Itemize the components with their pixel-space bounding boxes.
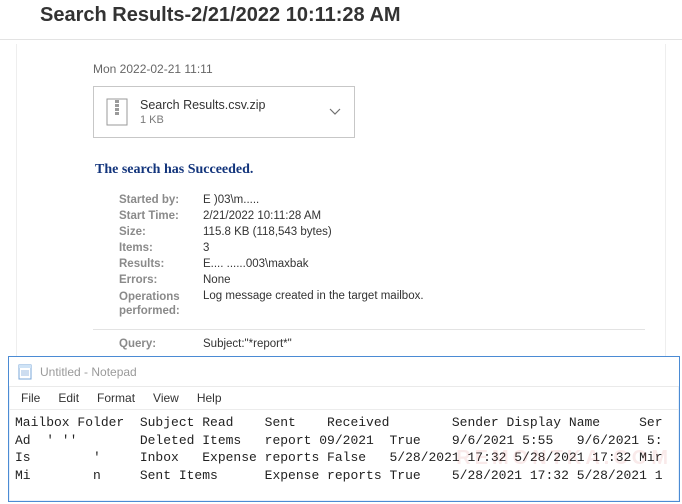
np-line: Ad ' '' Deleted Items report 09/2021 Tru… bbox=[15, 433, 663, 448]
kv-val-start-time: 2/21/2022 10:11:28 AM bbox=[203, 210, 321, 222]
np-line: Mailbox Folder Subject Read Sent Receive… bbox=[15, 415, 663, 430]
divider bbox=[0, 39, 682, 40]
kv-val-query: Subject:"*report*" bbox=[203, 338, 292, 350]
kv-key-size: Size: bbox=[119, 226, 203, 238]
details-table: Started by:E )03\m..... Start Time:2/21/… bbox=[119, 192, 665, 352]
notepad-content[interactable]: Mailbox Folder Subject Read Sent Receive… bbox=[9, 410, 679, 488]
mail-body: Mon 2022-02-21 11:11 Search Results.csv.… bbox=[16, 44, 666, 374]
notepad-titlebar[interactable]: Untitled - Notepad bbox=[9, 357, 679, 387]
menu-format[interactable]: Format bbox=[89, 389, 143, 407]
mail-timestamp: Mon 2022-02-21 11:11 bbox=[93, 62, 665, 76]
kv-val-items: 3 bbox=[203, 242, 209, 254]
kv-val-size: 115.8 KB (118,543 bytes) bbox=[203, 226, 332, 238]
notepad-title: Untitled - Notepad bbox=[40, 365, 137, 379]
page-title: Search Results-2/21/2022 10:11:28 AM bbox=[0, 0, 682, 39]
chevron-down-icon[interactable] bbox=[328, 105, 342, 119]
zip-file-icon bbox=[106, 98, 128, 126]
attachment-info: Search Results.csv.zip 1 KB bbox=[140, 98, 316, 126]
kv-val-errors: None bbox=[203, 274, 231, 286]
kv-key-start-time: Start Time: bbox=[119, 210, 203, 222]
status-heading: The search has Succeeded. bbox=[95, 162, 665, 178]
kv-val-started-by: E )03\m..... bbox=[203, 194, 259, 206]
attachment-card[interactable]: Search Results.csv.zip 1 KB bbox=[93, 86, 355, 138]
notepad-menubar: File Edit Format View Help bbox=[9, 387, 679, 410]
menu-view[interactable]: View bbox=[145, 389, 187, 407]
kv-key-query: Query: bbox=[119, 338, 203, 350]
np-line: Is ' Inbox Expense reports False 5/28/20… bbox=[15, 450, 663, 465]
menu-edit[interactable]: Edit bbox=[50, 389, 87, 407]
notepad-window: Untitled - Notepad File Edit Format View… bbox=[8, 356, 680, 502]
menu-help[interactable]: Help bbox=[189, 389, 230, 407]
kv-key-items: Items: bbox=[119, 242, 203, 254]
kv-key-errors: Errors: bbox=[119, 274, 203, 286]
divider bbox=[93, 329, 645, 330]
kv-key-ops: Operations performed: bbox=[119, 290, 203, 319]
kv-val-ops: Log message created in the target mailbo… bbox=[203, 290, 424, 319]
kv-key-started-by: Started by: bbox=[119, 194, 203, 206]
kv-key-results: Results: bbox=[119, 258, 203, 270]
np-line: Mi n Sent Items Expense reports True 5/2… bbox=[15, 468, 663, 483]
attachment-name: Search Results.csv.zip bbox=[140, 98, 316, 112]
notepad-icon bbox=[17, 364, 33, 380]
attachment-size: 1 KB bbox=[140, 114, 316, 126]
kv-val-results: E.... ......003\maxbak bbox=[203, 258, 308, 270]
menu-file[interactable]: File bbox=[13, 389, 48, 407]
